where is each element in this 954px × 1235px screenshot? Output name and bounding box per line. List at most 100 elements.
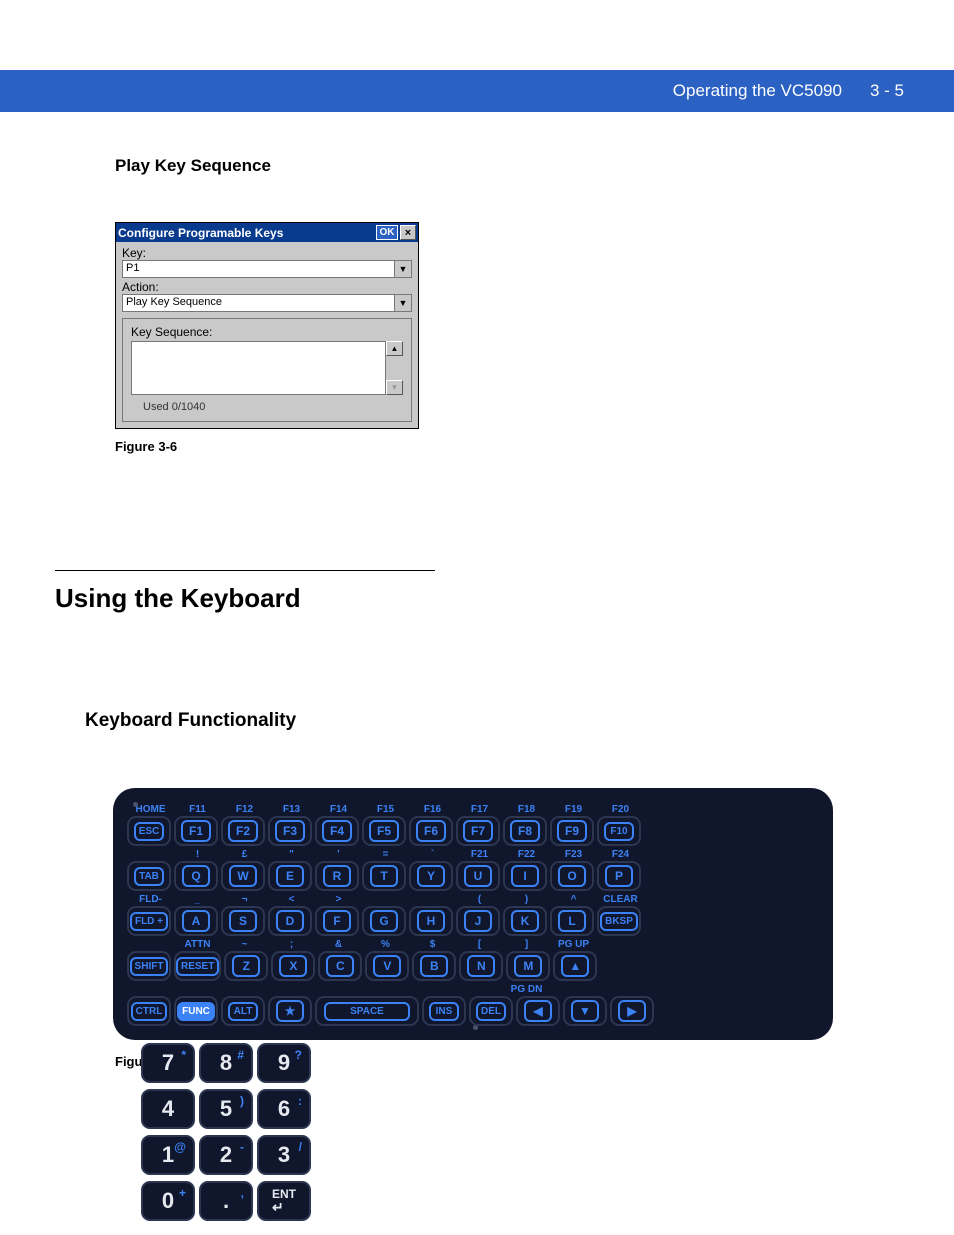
action-dropdown[interactable]: Play Key Sequence ▼ [122, 294, 412, 312]
key-y[interactable]: Y [409, 861, 453, 891]
key-h[interactable]: H [409, 906, 453, 936]
key-legend [221, 984, 268, 996]
key-j[interactable]: J [456, 906, 500, 936]
key-z[interactable]: Z [224, 951, 268, 981]
key-p[interactable]: P [597, 861, 641, 891]
key-r[interactable]: R [315, 861, 359, 891]
key-l[interactable]: L [550, 906, 594, 936]
key-cap: V [373, 955, 401, 977]
key-shift[interactable]: SHIFT [127, 951, 171, 981]
key-legend [362, 894, 409, 906]
key-[interactable]: ★ [268, 996, 312, 1026]
numkey-6[interactable]: 6: [257, 1089, 311, 1129]
numkey-1[interactable]: 1@ [141, 1135, 195, 1175]
key-cap: 0 [162, 1188, 174, 1214]
numkey-3[interactable]: 3/ [257, 1135, 311, 1175]
key-f6[interactable]: F6 [409, 816, 453, 846]
key-func[interactable]: FUNC [174, 996, 218, 1026]
key-superscript: - [240, 1140, 244, 1154]
numkey-2[interactable]: 2- [199, 1135, 253, 1175]
numkey-0[interactable]: 0+ [141, 1181, 195, 1221]
key-m[interactable]: M [506, 951, 550, 981]
key-cap: F2 [228, 820, 258, 842]
key-f10[interactable]: F10 [597, 816, 641, 846]
numkey-7[interactable]: 7* [141, 1043, 195, 1083]
key-w[interactable]: W [221, 861, 265, 891]
alpha-block: HOMEF11F12F13F14F15F16F17F18F19F20 ESCF1… [127, 804, 657, 1029]
numkey-.[interactable]: ., [199, 1181, 253, 1221]
key-esc[interactable]: ESC [127, 816, 171, 846]
key-f[interactable]: F [315, 906, 359, 936]
key-c[interactable]: C [318, 951, 362, 981]
key-d[interactable]: D [268, 906, 312, 936]
key-[interactable]: ▶ [610, 996, 654, 1026]
key-legend [127, 849, 174, 861]
key-f2[interactable]: F2 [221, 816, 265, 846]
key-f9[interactable]: F9 [550, 816, 594, 846]
key-v[interactable]: V [365, 951, 409, 981]
key-i[interactable]: I [503, 861, 547, 891]
key-t[interactable]: T [362, 861, 406, 891]
scroll-up-button[interactable]: ▲ [386, 341, 403, 356]
key-alt[interactable]: ALT [221, 996, 265, 1026]
numkey-9[interactable]: 9? [257, 1043, 311, 1083]
key-f7[interactable]: F7 [456, 816, 500, 846]
key-legend: £ [221, 849, 268, 861]
key-legend: ¬ [221, 894, 268, 906]
key-[interactable]: ▼ [563, 996, 607, 1026]
key-g[interactable]: G [362, 906, 406, 936]
key-fld[interactable]: FLD + [127, 906, 171, 936]
key-o[interactable]: O [550, 861, 594, 891]
numkey-8[interactable]: 8# [199, 1043, 253, 1083]
key-[interactable]: ◀ [516, 996, 560, 1026]
key-n[interactable]: N [459, 951, 503, 981]
key-legend [456, 984, 503, 996]
key-reset[interactable]: RESET [174, 951, 221, 981]
key-legend: F16 [409, 804, 456, 816]
numkey-ent[interactable]: ENT↵ [257, 1181, 311, 1221]
key-cap: 8 [220, 1050, 232, 1076]
key-space[interactable]: SPACE [315, 996, 419, 1026]
key-e[interactable]: E [268, 861, 312, 891]
keyboard-diagram: HOMEF11F12F13F14F15F16F17F18F19F20 ESCF1… [113, 788, 833, 1040]
key-tab[interactable]: TAB [127, 861, 171, 891]
key-s[interactable]: S [221, 906, 265, 936]
key-superscript: @ [174, 1140, 186, 1154]
numkey-4[interactable]: 4 [141, 1089, 195, 1129]
key-a[interactable]: A [174, 906, 218, 936]
key-cap: W [229, 865, 257, 887]
key-ctrl[interactable]: CTRL [127, 996, 171, 1026]
key-cap: ◀ [524, 1000, 552, 1022]
key-b[interactable]: B [412, 951, 456, 981]
figure-3-6-caption: Figure 3-6 [115, 439, 899, 454]
page-content: Play Key Sequence Configure Programable … [0, 112, 954, 1069]
key-[interactable]: ▲ [553, 951, 597, 981]
key-k[interactable]: K [503, 906, 547, 936]
key-u[interactable]: U [456, 861, 500, 891]
heading-keyboard-functionality: Keyboard Functionality [85, 710, 899, 732]
key-legend: CLEAR [597, 894, 644, 906]
key-cap: Y [417, 865, 445, 887]
key-ins[interactable]: INS [422, 996, 466, 1026]
key-q[interactable]: Q [174, 861, 218, 891]
key-f1[interactable]: F1 [174, 816, 218, 846]
key-cap: 7 [162, 1050, 174, 1076]
key-f5[interactable]: F5 [362, 816, 406, 846]
key-dropdown[interactable]: P1 ▼ [122, 260, 412, 278]
numkey-5[interactable]: 5) [199, 1089, 253, 1129]
action-label: Action: [122, 280, 412, 294]
key-del[interactable]: DEL [469, 996, 513, 1026]
key-f3[interactable]: F3 [268, 816, 312, 846]
scroll-down-button[interactable]: ▼ [386, 380, 403, 395]
key-legend: F13 [268, 804, 315, 816]
key-f8[interactable]: F8 [503, 816, 547, 846]
key-sequence-textarea[interactable] [131, 341, 386, 395]
key-legend: ^ [550, 894, 597, 906]
key-bksp[interactable]: BKSP [597, 906, 641, 936]
key-row-4: SHIFTRESETZXCVBNM▲ [127, 951, 657, 981]
close-button[interactable]: × [400, 225, 416, 240]
key-x[interactable]: X [271, 951, 315, 981]
key-cap: X [279, 955, 307, 977]
ok-button[interactable]: OK [376, 225, 398, 240]
key-f4[interactable]: F4 [315, 816, 359, 846]
